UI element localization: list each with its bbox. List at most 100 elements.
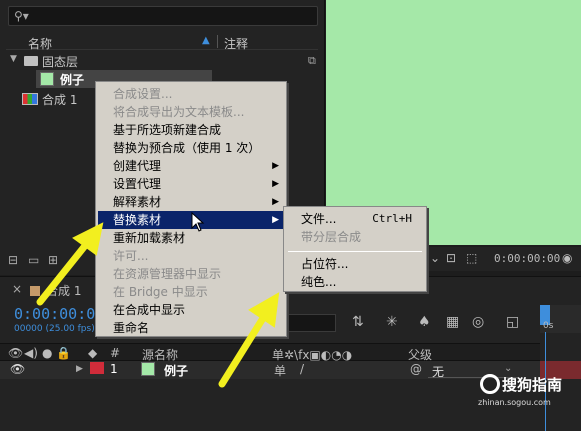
close-tab-icon[interactable]: × — [12, 282, 22, 296]
menu-item-file[interactable]: 文件... Ctrl+H — [286, 210, 424, 228]
transparency-grid-icon[interactable]: ⬚ — [466, 251, 477, 265]
shy-layers-icon[interactable]: ♠ — [418, 314, 431, 330]
menu-item-solid[interactable]: 纯色... — [286, 273, 424, 291]
layer-label-color[interactable] — [90, 362, 104, 374]
watermark-logo-icon — [480, 374, 500, 394]
new-composition-icon[interactable]: ⊞ — [48, 253, 58, 267]
replace-footage-submenu: 文件... Ctrl+H 带分层合成 占位符... 纯色... — [283, 206, 427, 292]
video-visibility-icon[interactable]: 👁 — [8, 346, 23, 360]
layer-name[interactable]: 例子 — [164, 362, 188, 379]
column-number-header[interactable]: # — [110, 346, 120, 360]
ruler-tick-label: 0s — [543, 321, 554, 331]
layer-visibility-icon[interactable]: 👁 — [10, 362, 25, 376]
draft-3d-icon[interactable]: ✳ — [386, 314, 398, 330]
timeline-tab[interactable]: 合成 1 — [30, 282, 81, 299]
menu-item-label: 创建代理 — [113, 159, 162, 173]
menu-item-placeholder[interactable]: 占位符... — [286, 255, 424, 273]
menu-item-file-label: 文件... — [301, 212, 337, 226]
column-note-header[interactable]: 注释 — [224, 35, 248, 52]
folder-label: 固态层 — [42, 55, 79, 69]
menu-item-11[interactable]: 在 Bridge 中显示 — [98, 283, 284, 301]
context-menu: 合成设置... 将合成导出为文本模板... 基于所选项新建合成替换为预合成（使用 1… — [95, 81, 287, 337]
time-ruler[interactable]: 0s — [540, 305, 581, 333]
menu-item-label: 在合成中显示 — [113, 303, 186, 317]
solid-color-swatch — [40, 72, 54, 86]
composition-mini-flowchart-icon[interactable]: ⇅ — [352, 314, 364, 330]
menu-item-label: 替换为预合成（使用 1 次） — [113, 141, 261, 155]
submenu-arrow-icon: ▶ — [272, 161, 279, 171]
composition-icon — [22, 93, 38, 105]
menu-item-4[interactable]: 创建代理 ▶ — [98, 157, 284, 175]
layer-shy-switch-icon[interactable]: 单 — [274, 362, 286, 379]
menu-item-1[interactable]: 将合成导出为文本模板... — [98, 103, 284, 121]
menu-item-6[interactable]: 解释素材 ▶ — [98, 193, 284, 211]
submenu-arrow-icon: ▶ — [272, 215, 279, 225]
motion-blur-icon[interactable]: ◎ — [472, 314, 484, 330]
column-divider[interactable] — [217, 35, 218, 48]
menu-item-5[interactable]: 设置代理 ▶ — [98, 175, 284, 193]
project-column-header: 名称 ▲ 注释 — [6, 34, 318, 52]
layer-expand-arrow-icon[interactable]: ▶ — [76, 364, 83, 374]
sort-ascending-icon[interactable]: ▲ — [202, 35, 210, 46]
watermark: 搜狗指南 zhinan.sogou.com — [462, 372, 580, 422]
snapshot-icon[interactable]: ◉ — [562, 251, 572, 265]
menu-item-label: 基于所选项新建合成 — [113, 123, 222, 137]
menu-item-10[interactable]: 在资源管理器中显示 — [98, 265, 284, 283]
folder-icon — [24, 56, 38, 66]
resolution-dropdown-icon[interactable]: ⌄ — [430, 251, 440, 265]
timeline-search-input[interactable] — [286, 314, 336, 332]
lock-icon[interactable]: 🔒 — [56, 346, 71, 360]
submenu-arrow-icon: ▶ — [272, 197, 279, 207]
timeline-layer-row[interactable]: 👁 ▶ 1 例子 单 / @ 无 ⌄ — [0, 361, 540, 379]
column-name-header[interactable]: 名称 — [28, 35, 52, 52]
menu-item-2[interactable]: 基于所选项新建合成 — [98, 121, 284, 139]
comp-color-swatch — [30, 286, 40, 296]
menu-item-layered-comp[interactable]: 带分层合成 — [286, 228, 424, 246]
timeline-column-header: 👁 ◀) ● 🔒 ◆ # 源名称 单✲\fx▣◐◔◑ 父级 — [0, 343, 540, 362]
timeline-fps: 00000 (25.00 fps) — [14, 324, 95, 334]
new-folder-icon[interactable]: ▭ — [28, 253, 39, 267]
menu-separator — [288, 251, 422, 252]
menu-item-placeholder-label: 占位符... — [301, 257, 349, 271]
layer-solid-swatch — [141, 362, 155, 376]
menu-item-9[interactable]: 许可... — [98, 247, 284, 265]
solid-label: 例子 — [60, 73, 85, 87]
menu-item-12[interactable]: 在合成中显示 — [98, 301, 284, 319]
menu-item-label: 在资源管理器中显示 — [113, 267, 222, 281]
project-search-input[interactable]: ⚲▾ — [8, 6, 318, 26]
menu-item-label: 设置代理 — [113, 177, 162, 191]
menu-item-3[interactable]: 替换为预合成（使用 1 次） — [98, 139, 284, 157]
audio-icon[interactable]: ◀) — [24, 346, 38, 360]
submenu-arrow-icon: ▶ — [272, 179, 279, 189]
solo-icon[interactable]: ● — [42, 346, 52, 360]
layer-number: 1 — [110, 362, 118, 376]
timeline-tab-label: 合成 1 — [46, 284, 82, 298]
label-tag-icon[interactable]: ◆ — [88, 346, 97, 360]
viewer-current-time[interactable]: 0:00:00:00 — [494, 252, 560, 265]
watermark-url: zhinan.sogou.com — [478, 398, 551, 407]
interpret-footage-icon[interactable]: ⊟ — [8, 253, 18, 267]
menu-item-label: 在 Bridge 中显示 — [113, 285, 208, 299]
watermark-text: 搜狗指南 — [502, 376, 563, 394]
menu-item-13[interactable]: 重命名 — [98, 319, 284, 337]
menu-item-label: 合成设置... — [113, 87, 173, 101]
region-of-interest-icon[interactable]: ⊡ — [446, 251, 456, 265]
parent-value: 无 — [432, 365, 445, 379]
menu-item-file-shortcut: Ctrl+H — [372, 212, 412, 225]
pick-whip-icon[interactable]: @ — [410, 362, 422, 376]
mouse-cursor-icon — [191, 212, 205, 232]
project-item-folder[interactable]: ▼ 固态层 ⧉ — [6, 52, 318, 70]
graph-editor-icon[interactable]: ◱ — [506, 314, 519, 330]
composition-label: 合成 1 — [42, 93, 78, 107]
menu-item-solid-label: 纯色... — [301, 275, 337, 289]
layer-quality-switch-icon[interactable]: / — [300, 362, 304, 376]
flowchart-icon[interactable]: ⧉ — [308, 54, 316, 68]
menu-item-0[interactable]: 合成设置... — [98, 85, 284, 103]
menu-item-label: 替换素材 — [113, 213, 162, 227]
menu-item-label: 许可... — [113, 249, 149, 263]
search-icon: ⚲▾ — [14, 9, 29, 23]
menu-item-label: 解释素材 — [113, 195, 162, 209]
frame-blending-icon[interactable]: ▦ — [446, 314, 459, 330]
timeline-timecode[interactable]: 0:00:00:00 — [14, 305, 104, 323]
expand-arrow-icon[interactable]: ▼ — [10, 54, 17, 64]
